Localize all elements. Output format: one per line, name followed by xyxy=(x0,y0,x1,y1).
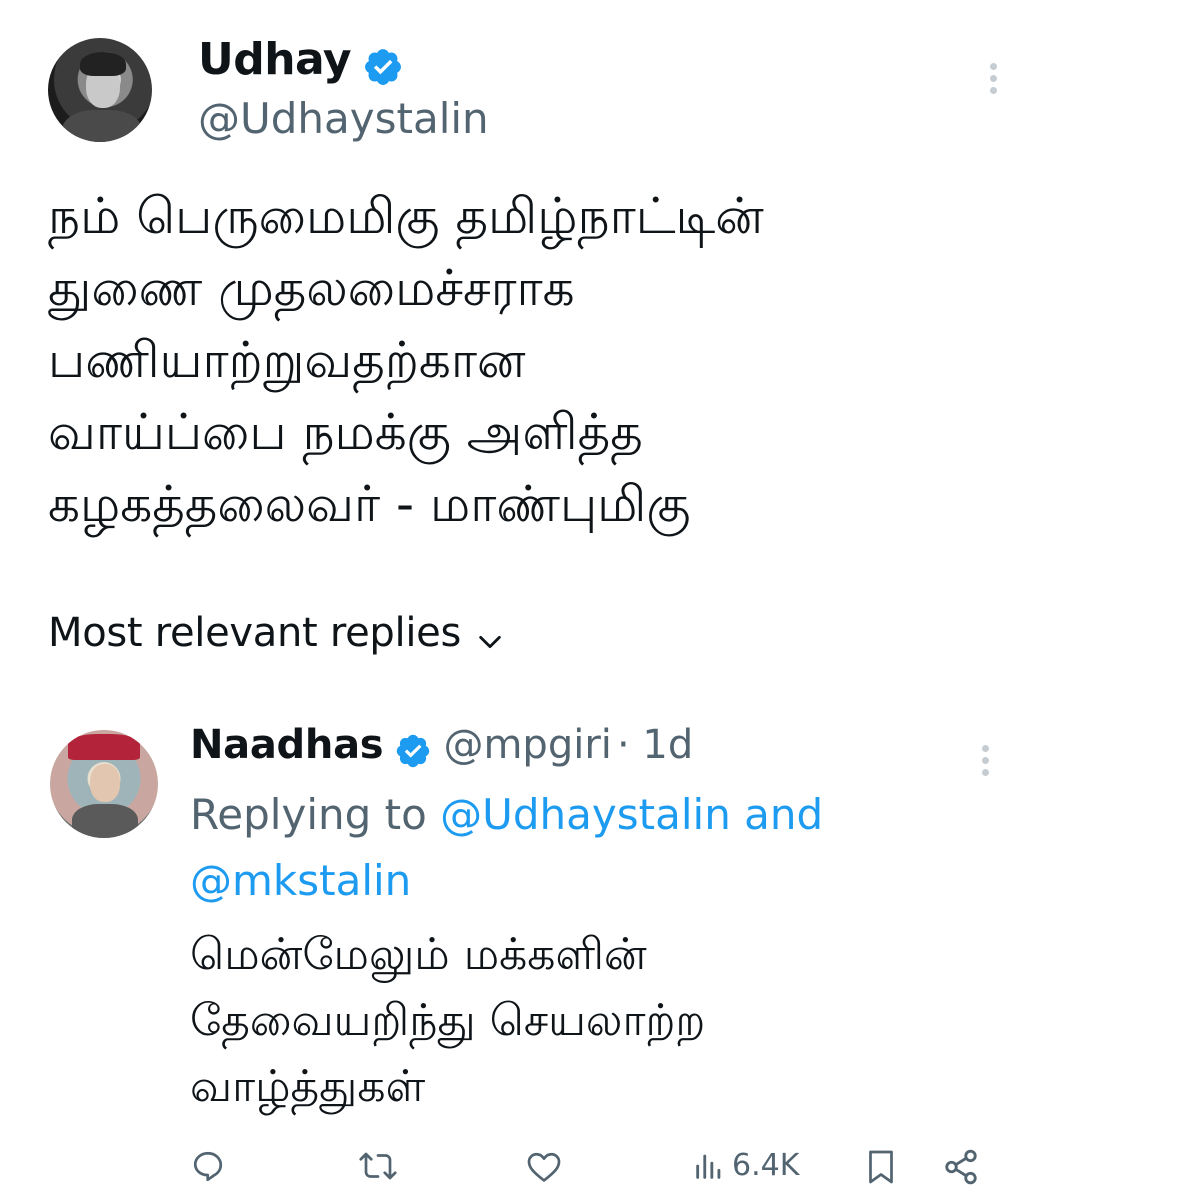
tweet-line: பணியாற்றுவதற்கான xyxy=(48,331,526,389)
reply-icon[interactable] xyxy=(190,1148,226,1184)
replying-to: Replying to @Udhaystalin and xyxy=(190,790,823,839)
reply-text: மென்மேலும் மக்களின் தேவையறிந்து செயலாற்ற… xyxy=(190,922,705,1120)
reply-author-handle[interactable]: @mpgiri xyxy=(443,722,611,768)
bookmark-icon[interactable] xyxy=(866,1148,896,1186)
mention-link[interactable]: @mkstalin xyxy=(190,856,411,905)
replying-prefix: Replying to xyxy=(190,790,427,839)
author-name[interactable]: Udhay xyxy=(198,34,352,85)
reply-header: Naadhas @mpgiri · 1d xyxy=(190,722,693,770)
replies-sort-button[interactable]: Most relevant replies xyxy=(48,610,504,656)
avatar-face xyxy=(90,764,120,802)
replying-to-cont: @mkstalin xyxy=(190,856,411,905)
mention-link[interactable]: @Udhaystalin and xyxy=(440,790,823,839)
tweet-line: கழகத்தலைவர் - மாண்புமிகு xyxy=(48,475,691,533)
views-count: 6.4K xyxy=(732,1148,800,1183)
share-icon[interactable] xyxy=(942,1148,980,1186)
reply-line: தேவையறிந்து செயலாற்ற xyxy=(190,995,706,1046)
author-handle[interactable]: @Udhaystalin xyxy=(198,94,489,143)
avatar-hair xyxy=(80,52,126,76)
reply-time[interactable]: · 1d xyxy=(617,722,693,768)
tweet-line: துணை முதலமைச்சராக xyxy=(48,259,575,317)
verified-badge-icon xyxy=(365,48,402,85)
replies-sort-label: Most relevant replies xyxy=(48,610,461,656)
verified-badge-icon xyxy=(397,734,430,767)
avatar-body xyxy=(72,804,138,838)
tweet-line: நம் பெருமைமிகு தமிழ்நாட்டின் xyxy=(48,187,764,245)
like-icon[interactable] xyxy=(526,1150,562,1184)
avatar-body xyxy=(62,110,142,142)
retweet-icon[interactable] xyxy=(358,1148,398,1184)
tweet-line: வாய்ப்பை நமக்கு அளித்த xyxy=(48,403,643,461)
reply-line: வாழ்த்துகள் xyxy=(190,1061,426,1112)
avatar-cap xyxy=(68,734,140,760)
more-icon[interactable] xyxy=(990,58,997,99)
reply-author-name[interactable]: Naadhas xyxy=(190,722,384,768)
author-avatar[interactable] xyxy=(48,38,152,142)
tweet-text: நம் பெருமைமிகு தமிழ்நாட்டின் துணை முதலமை… xyxy=(48,180,764,540)
views-button[interactable]: 6.4K xyxy=(692,1148,799,1183)
views-icon xyxy=(696,1154,721,1179)
more-icon[interactable] xyxy=(982,740,989,781)
reply-line: மென்மேலும் மக்களின் xyxy=(190,929,647,980)
chevron-down-icon xyxy=(479,635,501,648)
author-name-row[interactable]: Udhay xyxy=(198,34,404,88)
reply-author-avatar[interactable] xyxy=(50,730,158,838)
